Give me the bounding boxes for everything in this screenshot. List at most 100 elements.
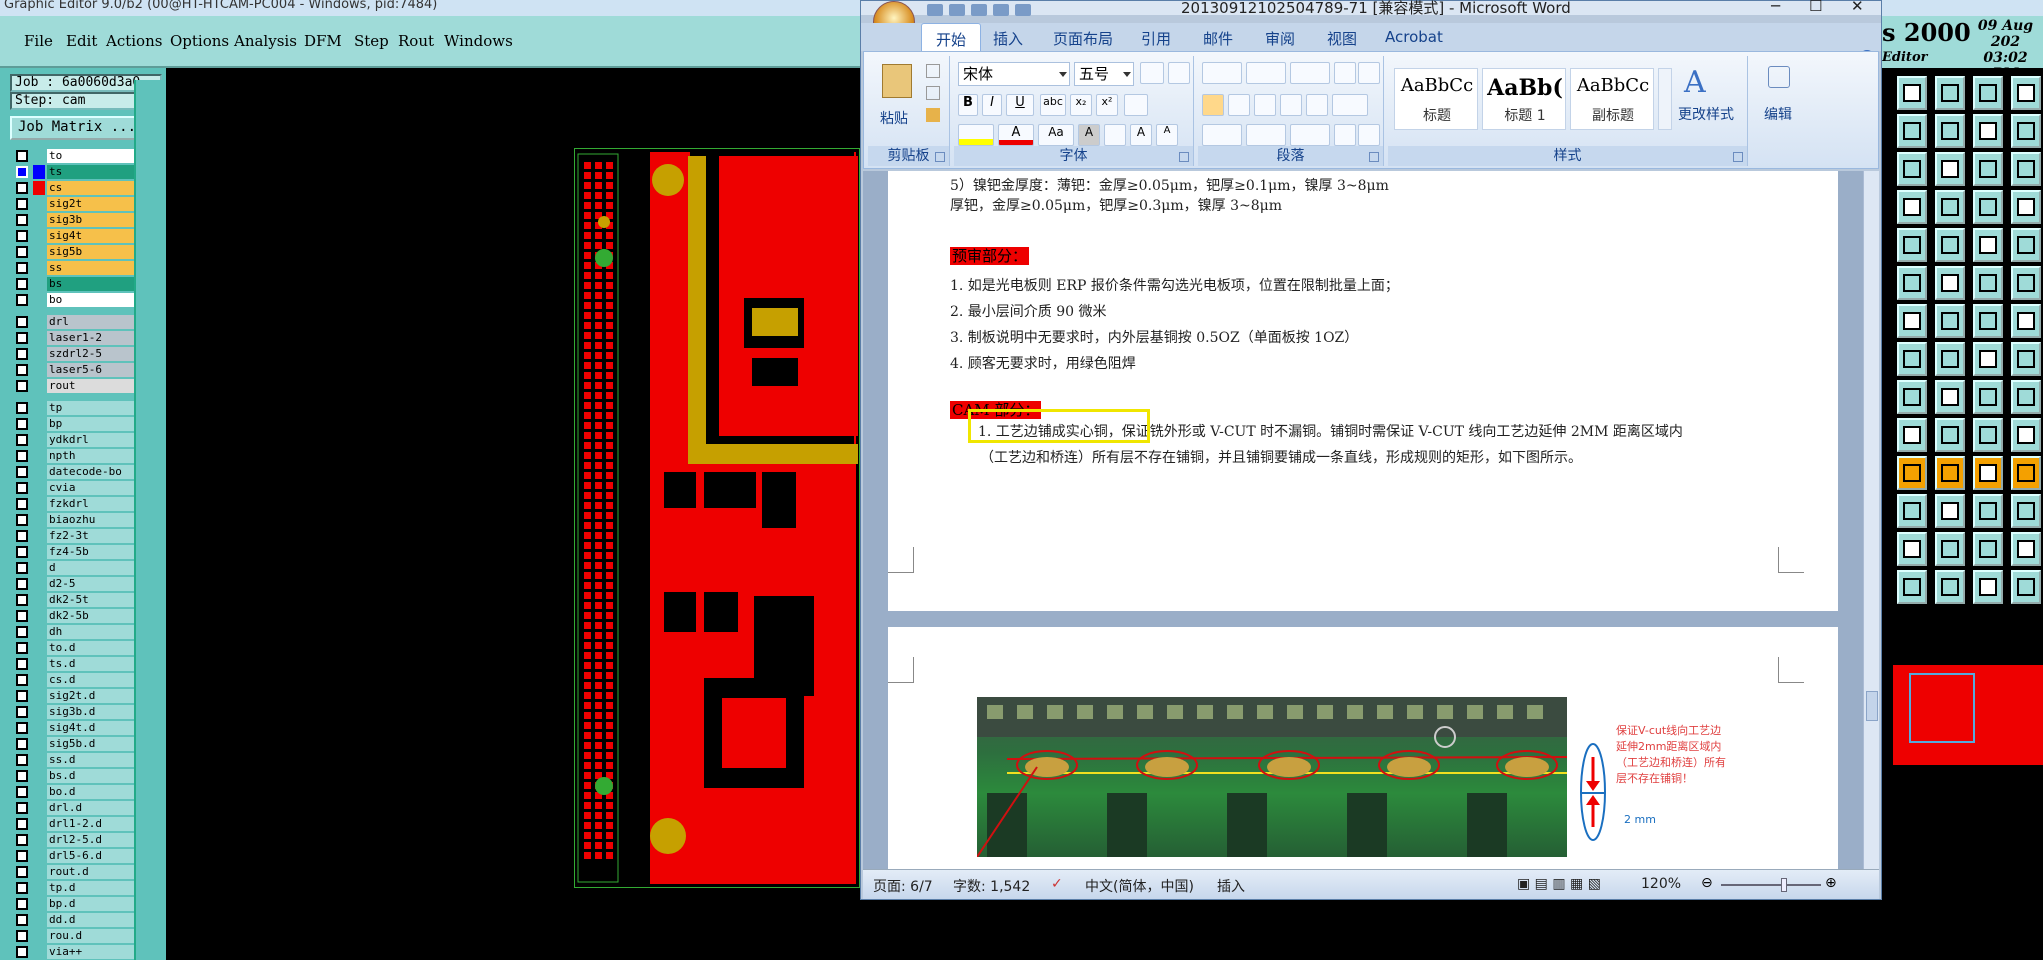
layer-row[interactable]: rout [10,378,141,394]
layer-name[interactable]: npth [47,449,141,463]
layer-name[interactable]: rout.d [47,865,141,879]
tool-button[interactable] [1935,190,1965,224]
layer-name[interactable]: rou.d [47,929,141,943]
zoom-level[interactable]: 120% [1641,876,1681,892]
layer-row[interactable]: drl2-5.d [10,832,141,848]
enclose-char-button[interactable] [1104,124,1126,146]
tool-button[interactable] [1897,380,1927,414]
layer-checkbox[interactable] [16,364,28,376]
layer-name[interactable]: szdrl2-5 [47,347,141,361]
tool-button[interactable] [1935,494,1965,528]
layer-name[interactable]: bo.d [47,785,141,799]
layer-checkbox[interactable] [16,818,28,830]
clipboard-dialog-launcher-icon[interactable] [935,152,945,162]
layer-name[interactable]: drl2-5.d [47,833,141,847]
distribute-button[interactable] [1306,94,1328,116]
subscript-button[interactable]: x₂ [1070,94,1092,116]
layer-row[interactable]: ss [10,260,141,276]
layer-name[interactable]: bp.d [47,897,141,911]
layer-row[interactable]: to [10,148,141,164]
borders-button[interactable] [1246,124,1286,146]
tool-button[interactable] [2011,152,2041,186]
layer-row[interactable]: dh [10,624,141,640]
layer-panel-scrollbar[interactable] [134,80,166,960]
tab-review[interactable]: 审阅 [1265,28,1295,49]
change-styles-button[interactable]: 更改样式 [1678,104,1734,124]
highlight-button[interactable] [958,124,994,146]
layer-checkbox[interactable] [16,466,28,478]
layer-row[interactable]: drl [10,314,141,330]
tool-button[interactable] [1973,532,2003,566]
tab-acrobat[interactable]: Acrobat [1385,28,1443,46]
tool-button[interactable] [1897,152,1927,186]
layer-row[interactable]: sig3b.d [10,704,141,720]
cut-icon[interactable] [926,64,940,78]
bold-button[interactable]: B [958,94,978,116]
layer-row[interactable]: laser5-6 [10,362,141,378]
menu-step[interactable]: Step [354,32,389,50]
layer-name[interactable]: sig2t [47,197,141,211]
tool-button[interactable] [1935,152,1965,186]
menu-rout[interactable]: Rout [398,32,434,50]
layer-checkbox[interactable] [16,722,28,734]
tool-button[interactable] [1973,418,2003,452]
layer-row[interactable]: drl1-2.d [10,816,141,832]
zoom-slider[interactable]: ⊖ ⊕ [1701,875,1837,892]
language-indicator[interactable]: 中文(简体，中国) [1085,876,1194,896]
style-title[interactable]: AaBbCc 标题 [1394,68,1478,130]
layer-name[interactable]: d2-5 [47,577,141,591]
layer-checkbox[interactable] [16,738,28,750]
layer-checkbox[interactable] [16,498,28,510]
layer-checkbox[interactable] [16,946,28,958]
tool-button[interactable] [1935,532,1965,566]
maximize-icon[interactable]: ☐ [1809,0,1822,15]
layer-row[interactable]: bo [10,292,141,308]
tool-button[interactable] [1935,380,1965,414]
layer-checkbox[interactable] [16,198,28,210]
layer-row[interactable]: ts.d [10,656,141,672]
tool-button[interactable] [1935,76,1965,110]
layer-row[interactable]: sig5b.d [10,736,141,752]
tool-button[interactable] [1935,304,1965,338]
layer-row[interactable]: ss.d [10,752,141,768]
layer-checkbox[interactable] [16,166,28,178]
bullets-button[interactable] [1202,62,1242,84]
open-icon[interactable] [993,4,1009,16]
layer-checkbox[interactable] [16,914,28,926]
styles-dialog-launcher-icon[interactable] [1733,152,1743,162]
tool-button[interactable] [1935,114,1965,148]
layer-row[interactable]: drl5-6.d [10,848,141,864]
tool-button[interactable] [1897,532,1927,566]
layer-name[interactable]: fz4-5b [47,545,141,559]
layer-name[interactable]: dk2-5t [47,593,141,607]
layer-name[interactable]: sig3b.d [47,705,141,719]
layer-row[interactable]: bp.d [10,896,141,912]
layer-name[interactable]: ts.d [47,657,141,671]
layer-name[interactable]: dk2-5b [47,609,141,623]
layer-name[interactable]: fz2-3t [47,529,141,543]
layer-row[interactable]: sig2t.d [10,688,141,704]
layer-row[interactable]: ydkdrl [10,432,141,448]
layer-row[interactable]: bp [10,416,141,432]
tool-button[interactable] [2011,76,2041,110]
style-subtitle[interactable]: AaBbCc 副标题 [1570,68,1654,130]
shrink-font-button[interactable]: A [1156,124,1178,146]
layer-name[interactable]: ss.d [47,753,141,767]
layer-checkbox[interactable] [16,348,28,360]
layer-checkbox[interactable] [16,626,28,638]
layer-row[interactable]: datecode-bo [10,464,141,480]
vertical-scrollbar[interactable] [1863,171,1879,869]
layer-name[interactable]: ss [47,261,141,275]
layer-row[interactable]: fz4-5b [10,544,141,560]
shading-button[interactable] [1202,124,1242,146]
layer-checkbox[interactable] [16,450,28,462]
layer-name[interactable]: bs.d [47,769,141,783]
layer-checkbox[interactable] [16,866,28,878]
layer-row[interactable]: bs [10,276,141,292]
layer-checkbox[interactable] [16,482,28,494]
spellcheck-icon[interactable]: ✓ [1051,876,1063,892]
edit-button[interactable]: 编辑 [1764,104,1792,124]
tool-button[interactable] [2011,228,2041,262]
paragraph-dialog-launcher-icon[interactable] [1369,152,1379,162]
phonetic-guide-button[interactable] [1140,62,1164,84]
